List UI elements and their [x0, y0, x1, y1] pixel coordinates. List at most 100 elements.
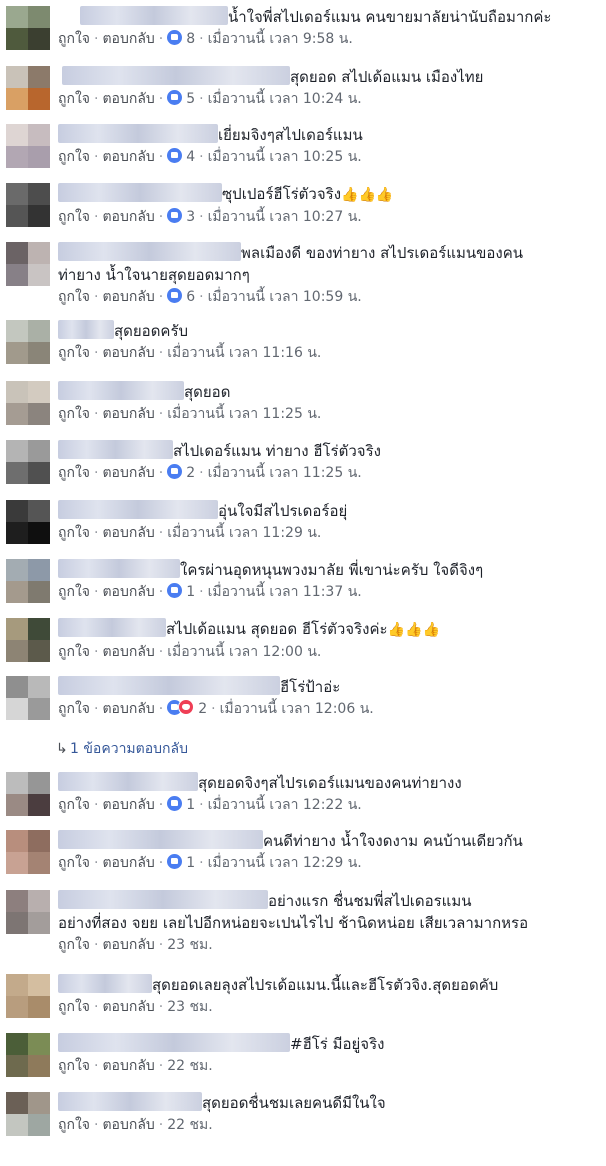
reaction-summary[interactable]: 2: [167, 464, 195, 481]
reaction-summary[interactable]: 1: [167, 796, 195, 813]
commenter-name[interactable]: [58, 772, 198, 791]
reaction-summary[interactable]: 1: [167, 583, 195, 600]
avatar[interactable]: [6, 6, 50, 50]
commenter-name[interactable]: [58, 1092, 202, 1111]
avatar[interactable]: [6, 124, 50, 168]
comment-timestamp[interactable]: 22 ชม.: [167, 1058, 212, 1074]
reaction-summary[interactable]: 3: [167, 208, 195, 225]
avatar[interactable]: [6, 559, 50, 603]
comment-timestamp[interactable]: 23 ชม.: [167, 937, 212, 953]
like-link[interactable]: ถูกใจ: [58, 584, 90, 600]
reply-link[interactable]: ตอบกลับ: [102, 345, 154, 361]
reply-link[interactable]: ตอบกลับ: [102, 525, 154, 541]
like-link[interactable]: ถูกใจ: [58, 701, 90, 717]
reply-link[interactable]: ตอบกลับ: [102, 999, 154, 1015]
like-link[interactable]: ถูกใจ: [58, 1058, 90, 1074]
commenter-name[interactable]: [58, 618, 166, 637]
reply-link[interactable]: ตอบกลับ: [102, 209, 154, 225]
comment-timestamp[interactable]: 23 ชม.: [167, 999, 212, 1015]
commenter-name[interactable]: [58, 124, 218, 143]
like-link[interactable]: ถูกใจ: [58, 999, 90, 1015]
reply-link[interactable]: ตอบกลับ: [102, 1058, 154, 1074]
view-replies-link[interactable]: ↳ 1 ข้อความตอบกลับ: [0, 738, 188, 760]
comment-timestamp[interactable]: เมื่อวานนี้ เวลา 10:24 น.: [208, 91, 362, 107]
commenter-name[interactable]: [58, 974, 152, 993]
commenter-name[interactable]: [58, 320, 114, 339]
avatar[interactable]: [6, 1033, 50, 1077]
commenter-name[interactable]: [58, 830, 263, 849]
like-link[interactable]: ถูกใจ: [58, 855, 90, 871]
reply-link[interactable]: ตอบกลับ: [102, 797, 154, 813]
avatar[interactable]: [6, 772, 50, 816]
comment-timestamp[interactable]: เมื่อวานนี้ เวลา 12:29 น.: [208, 855, 362, 871]
reply-link[interactable]: ตอบกลับ: [102, 149, 154, 165]
comment-timestamp[interactable]: เมื่อวานนี้ เวลา 11:25 น.: [208, 465, 362, 481]
like-link[interactable]: ถูกใจ: [58, 465, 90, 481]
reaction-summary[interactable]: 4: [167, 148, 195, 165]
reaction-summary[interactable]: 5: [167, 90, 195, 107]
reaction-summary[interactable]: 1: [167, 854, 195, 871]
comment-timestamp[interactable]: เมื่อวานนี้ เวลา 11:29 น.: [167, 525, 321, 541]
comment-timestamp[interactable]: เมื่อวานนี้ เวลา 12:22 น.: [208, 797, 362, 813]
reply-link[interactable]: ตอบกลับ: [102, 701, 154, 717]
reaction-summary[interactable]: 2: [167, 699, 207, 717]
avatar[interactable]: [6, 676, 50, 720]
reply-link[interactable]: ตอบกลับ: [102, 31, 154, 47]
comment-timestamp[interactable]: เมื่อวานนี้ เวลา 11:25 น.: [167, 406, 321, 422]
reaction-summary[interactable]: 6: [167, 288, 195, 305]
comment-timestamp[interactable]: เมื่อวานนี้ เวลา 10:27 น.: [208, 209, 362, 225]
commenter-name[interactable]: [80, 6, 228, 25]
commenter-name[interactable]: [58, 381, 184, 400]
avatar[interactable]: [6, 320, 50, 364]
reaction-summary[interactable]: 8: [167, 30, 195, 47]
commenter-name[interactable]: [58, 500, 218, 519]
comment-timestamp[interactable]: เมื่อวานนี้ เวลา 10:25 น.: [208, 149, 362, 165]
reply-link[interactable]: ตอบกลับ: [102, 289, 154, 305]
like-link[interactable]: ถูกใจ: [58, 644, 90, 660]
avatar[interactable]: [6, 1092, 50, 1136]
avatar[interactable]: [6, 242, 50, 286]
reply-link[interactable]: ตอบกลับ: [102, 584, 154, 600]
avatar[interactable]: [6, 183, 50, 227]
like-link[interactable]: ถูกใจ: [58, 937, 90, 953]
reply-link[interactable]: ตอบกลับ: [102, 406, 154, 422]
reply-link[interactable]: ตอบกลับ: [102, 465, 154, 481]
commenter-name[interactable]: [58, 183, 222, 202]
like-link[interactable]: ถูกใจ: [58, 31, 90, 47]
like-link[interactable]: ถูกใจ: [58, 345, 90, 361]
reply-link[interactable]: ตอบกลับ: [102, 91, 154, 107]
comment-timestamp[interactable]: เมื่อวานนี้ เวลา 11:37 น.: [208, 584, 362, 600]
avatar[interactable]: [6, 381, 50, 425]
commenter-name[interactable]: [58, 890, 268, 909]
comment-timestamp[interactable]: เมื่อวานนี้ เวลา 10:59 น.: [208, 289, 362, 305]
avatar[interactable]: [6, 618, 50, 662]
like-link[interactable]: ถูกใจ: [58, 525, 90, 541]
avatar[interactable]: [6, 974, 50, 1018]
like-link[interactable]: ถูกใจ: [58, 797, 90, 813]
avatar[interactable]: [6, 890, 50, 934]
avatar[interactable]: [6, 66, 50, 110]
avatar[interactable]: [6, 500, 50, 544]
commenter-name[interactable]: [62, 66, 290, 85]
like-link[interactable]: ถูกใจ: [58, 1117, 90, 1133]
avatar[interactable]: [6, 440, 50, 484]
avatar[interactable]: [6, 830, 50, 874]
reply-link[interactable]: ตอบกลับ: [102, 937, 154, 953]
comment-timestamp[interactable]: เมื่อวานนี้ เวลา 9:58 น.: [208, 31, 353, 47]
commenter-name[interactable]: [58, 242, 241, 261]
reply-link[interactable]: ตอบกลับ: [102, 1117, 154, 1133]
commenter-name[interactable]: [58, 440, 173, 459]
commenter-name[interactable]: [58, 559, 180, 578]
like-link[interactable]: ถูกใจ: [58, 406, 90, 422]
like-link[interactable]: ถูกใจ: [58, 91, 90, 107]
comment-timestamp[interactable]: เมื่อวานนี้ เวลา 11:16 น.: [167, 345, 321, 361]
comment-timestamp[interactable]: 22 ชม.: [167, 1117, 212, 1133]
like-link[interactable]: ถูกใจ: [58, 149, 90, 165]
comment-timestamp[interactable]: เมื่อวานนี้ เวลา 12:06 น.: [220, 701, 374, 717]
comment-timestamp[interactable]: เมื่อวานนี้ เวลา 12:00 น.: [167, 644, 321, 660]
reply-link[interactable]: ตอบกลับ: [102, 855, 154, 871]
reply-link[interactable]: ตอบกลับ: [102, 644, 154, 660]
like-link[interactable]: ถูกใจ: [58, 289, 90, 305]
commenter-name[interactable]: [58, 676, 280, 695]
like-link[interactable]: ถูกใจ: [58, 209, 90, 225]
